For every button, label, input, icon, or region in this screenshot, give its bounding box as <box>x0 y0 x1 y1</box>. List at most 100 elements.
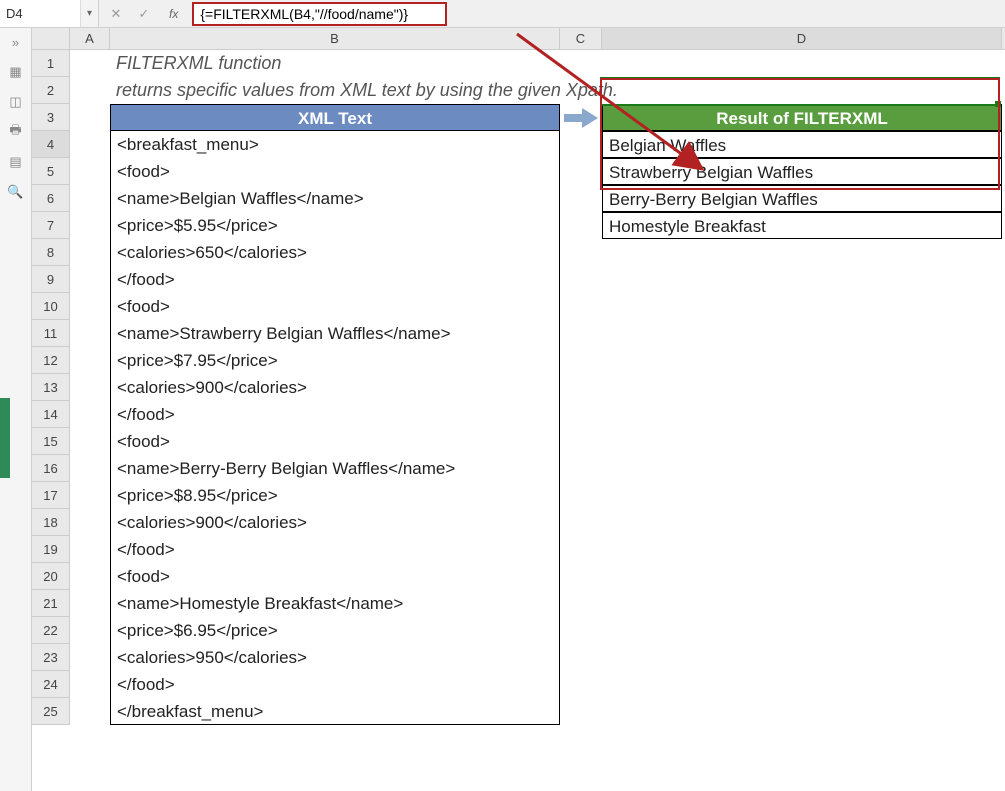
cell-A17[interactable] <box>70 482 110 509</box>
cell-B22[interactable]: <price>$6.95</price> <box>110 617 560 644</box>
cell-C19[interactable] <box>560 536 602 563</box>
cell-D11[interactable] <box>602 320 1002 347</box>
cell-C1[interactable] <box>560 50 602 77</box>
cell-A15[interactable] <box>70 428 110 455</box>
cell-D7[interactable]: Homestyle Breakfast <box>602 212 1002 239</box>
cell-C11[interactable] <box>560 320 602 347</box>
cell-A5[interactable] <box>70 158 110 185</box>
cell-D24[interactable] <box>602 671 1002 698</box>
name-box[interactable] <box>0 0 80 27</box>
row-header-1[interactable]: 1 <box>32 50 70 77</box>
cell-C21[interactable] <box>560 590 602 617</box>
col-header-C[interactable]: C <box>560 28 602 49</box>
cell-A8[interactable] <box>70 239 110 266</box>
cell-D15[interactable] <box>602 428 1002 455</box>
cell-A7[interactable] <box>70 212 110 239</box>
cell-D2[interactable] <box>602 77 1002 104</box>
cell-D6[interactable]: Berry-Berry Belgian Waffles <box>602 185 1002 212</box>
cell-B2[interactable]: returns specific values from XML text by… <box>110 77 560 104</box>
row-header-13[interactable]: 13 <box>32 374 70 401</box>
fx-icon[interactable]: fx <box>163 7 184 21</box>
cell-D18[interactable] <box>602 509 1002 536</box>
cell-A6[interactable] <box>70 185 110 212</box>
cell-A11[interactable] <box>70 320 110 347</box>
row-header-8[interactable]: 8 <box>32 239 70 266</box>
cell-A10[interactable] <box>70 293 110 320</box>
cell-B13[interactable]: <calories>900</calories> <box>110 374 560 401</box>
cell-A22[interactable] <box>70 617 110 644</box>
cell-B19[interactable]: </food> <box>110 536 560 563</box>
row-header-3[interactable]: 3 <box>32 104 70 131</box>
cell-D4[interactable]: Belgian Waffles <box>602 131 1002 158</box>
cell-A3[interactable] <box>70 104 110 131</box>
cell-A21[interactable] <box>70 590 110 617</box>
cell-C13[interactable] <box>560 374 602 401</box>
cell-D16[interactable] <box>602 455 1002 482</box>
cell-D1[interactable] <box>602 50 1002 77</box>
cell-B18[interactable]: <calories>900</calories> <box>110 509 560 536</box>
col-header-B[interactable]: B <box>110 28 560 49</box>
cancel-formula-icon[interactable]: ✕ <box>107 6 125 22</box>
cell-C14[interactable] <box>560 401 602 428</box>
cell-C10[interactable] <box>560 293 602 320</box>
cell-A24[interactable] <box>70 671 110 698</box>
row-header-18[interactable]: 18 <box>32 509 70 536</box>
row-header-15[interactable]: 15 <box>32 428 70 455</box>
cell-B3-header[interactable]: XML Text <box>110 104 560 131</box>
select-all-corner[interactable] <box>32 28 70 49</box>
cell-A14[interactable] <box>70 401 110 428</box>
cell-C12[interactable] <box>560 347 602 374</box>
cell-D8[interactable] <box>602 239 1002 266</box>
cell-D5[interactable]: Strawberry Belgian Waffles <box>602 158 1002 185</box>
print-icon[interactable]: 🖶 <box>7 124 25 140</box>
cell-B9[interactable]: </food> <box>110 266 560 293</box>
cell-C25[interactable] <box>560 698 602 725</box>
cell-D21[interactable] <box>602 590 1002 617</box>
row-header-4[interactable]: 4 <box>32 131 70 158</box>
cell-A4[interactable] <box>70 131 110 158</box>
col-header-D[interactable]: D <box>602 28 1002 49</box>
cell-B23[interactable]: <calories>950</calories> <box>110 644 560 671</box>
cell-B1[interactable]: FILTERXML function <box>110 50 560 77</box>
cell-C15[interactable] <box>560 428 602 455</box>
row-header-9[interactable]: 9 <box>32 266 70 293</box>
cell-B5[interactable]: <food> <box>110 158 560 185</box>
cell-C7[interactable] <box>560 212 602 239</box>
cell-B24[interactable]: </food> <box>110 671 560 698</box>
row-header-17[interactable]: 17 <box>32 482 70 509</box>
cell-C20[interactable] <box>560 563 602 590</box>
cell-D25[interactable] <box>602 698 1002 725</box>
chart-icon[interactable]: ◫ <box>7 94 25 110</box>
cell-B10[interactable]: <food> <box>110 293 560 320</box>
cell-A25[interactable] <box>70 698 110 725</box>
row-header-25[interactable]: 25 <box>32 698 70 725</box>
row-header-21[interactable]: 21 <box>32 590 70 617</box>
row-header-14[interactable]: 14 <box>32 401 70 428</box>
cell-A1[interactable] <box>70 50 110 77</box>
cell-C2[interactable] <box>560 77 602 104</box>
cell-D9[interactable] <box>602 266 1002 293</box>
find-icon[interactable]: 🔍 <box>7 184 25 200</box>
cell-D23[interactable] <box>602 644 1002 671</box>
name-box-dropdown-icon[interactable]: ▾ <box>80 0 98 27</box>
expand-icon[interactable]: » <box>7 34 25 50</box>
cell-A12[interactable] <box>70 347 110 374</box>
row-header-10[interactable]: 10 <box>32 293 70 320</box>
cell-A19[interactable] <box>70 536 110 563</box>
cell-C5[interactable] <box>560 158 602 185</box>
row-header-16[interactable]: 16 <box>32 455 70 482</box>
row-header-19[interactable]: 19 <box>32 536 70 563</box>
row-header-20[interactable]: 20 <box>32 563 70 590</box>
cell-B12[interactable]: <price>$7.95</price> <box>110 347 560 374</box>
cell-C22[interactable] <box>560 617 602 644</box>
cell-C9[interactable] <box>560 266 602 293</box>
row-header-2[interactable]: 2 <box>32 77 70 104</box>
cell-D13[interactable] <box>602 374 1002 401</box>
row-header-11[interactable]: 11 <box>32 320 70 347</box>
row-header-5[interactable]: 5 <box>32 158 70 185</box>
cell-B8[interactable]: <calories>650</calories> <box>110 239 560 266</box>
cell-D17[interactable] <box>602 482 1002 509</box>
cell-A20[interactable] <box>70 563 110 590</box>
cell-C18[interactable] <box>560 509 602 536</box>
cell-D14[interactable] <box>602 401 1002 428</box>
